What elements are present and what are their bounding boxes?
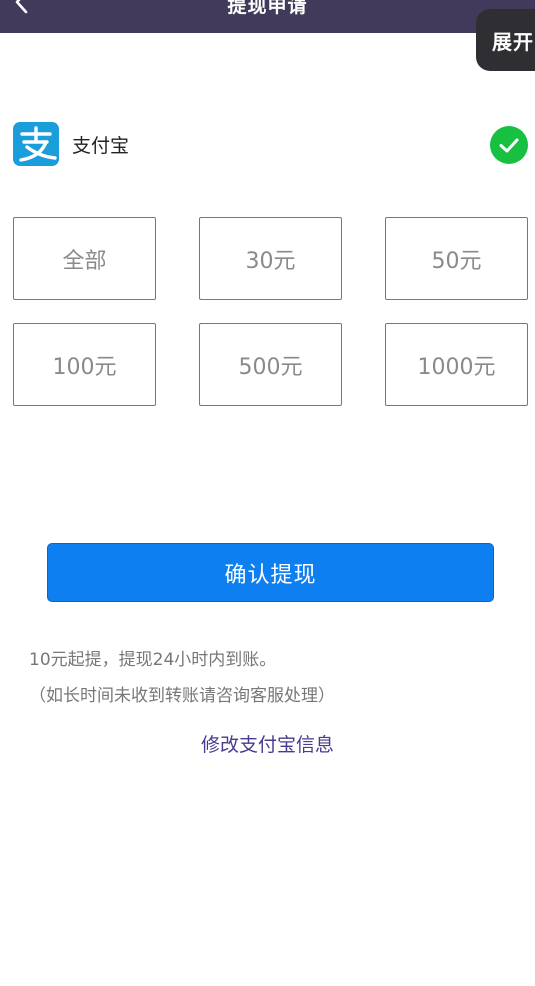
amount-option-100[interactable]: 100元 [13, 323, 156, 406]
amount-option-1000[interactable]: 1000元 [385, 323, 528, 406]
alipay-icon [13, 122, 59, 166]
page-title: 提现申请 [227, 0, 308, 17]
amount-option-30[interactable]: 30元 [199, 217, 342, 300]
payment-method-label: 支付宝 [72, 135, 130, 157]
support-note: （如长时间未收到转账请咨询客服处理） [29, 686, 335, 706]
expand-button[interactable]: 展开 [476, 9, 535, 71]
amount-option-500[interactable]: 500元 [199, 323, 342, 406]
payment-method-row[interactable]: 支付宝 [0, 120, 535, 170]
amount-option-all[interactable]: 全部 [13, 217, 156, 300]
selected-check-icon [490, 126, 528, 164]
amount-option-50[interactable]: 50元 [385, 217, 528, 300]
modify-alipay-link[interactable]: 修改支付宝信息 [0, 730, 535, 757]
withdraw-note: 10元起提，提现24小时内到账。 [29, 650, 277, 670]
top-bar: 提现申请 [0, 0, 535, 33]
confirm-withdraw-button[interactable]: 确认提现 [47, 543, 494, 602]
